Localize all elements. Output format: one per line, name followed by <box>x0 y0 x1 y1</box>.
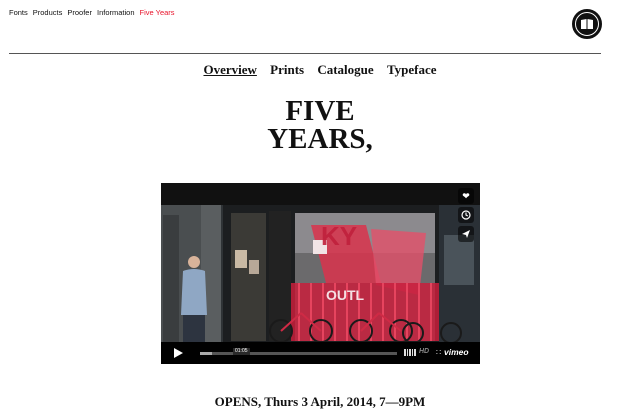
timecode: 01:05 <box>233 348 250 355</box>
clock-icon <box>461 210 471 220</box>
nav-products[interactable]: Products <box>33 8 63 17</box>
tab-overview[interactable]: Overview <box>203 62 256 77</box>
top-nav: Fonts Products Proofer Information Five … <box>9 8 175 17</box>
fullscreen-icon[interactable]: ∷ <box>436 348 441 357</box>
nav-proofer[interactable]: Proofer <box>67 8 92 17</box>
nav-fonts[interactable]: Fonts <box>9 8 28 17</box>
tab-prints[interactable]: Prints <box>270 62 304 77</box>
page-title: FIVE YEARS, <box>0 97 640 155</box>
play-icon[interactable] <box>174 348 183 358</box>
hd-toggle[interactable]: HD <box>419 348 429 355</box>
title-line-2: YEARS, <box>267 123 373 155</box>
sign-large: KY <box>321 221 357 251</box>
progress-played <box>200 352 212 355</box>
sign-text: OUTL <box>326 287 365 303</box>
opening-info: OPENS, Thurs 3 April, 2014, 7—9PM <box>214 394 426 409</box>
nav-information[interactable]: Information <box>97 8 135 17</box>
header-divider <box>9 53 601 54</box>
video-controls: 01:05 HD ∷ vimeo <box>161 342 480 364</box>
video-frame: KY OUTL <box>161 205 480 342</box>
book-logo-icon[interactable] <box>572 9 602 39</box>
video-player[interactable]: KY OUTL ❤ 01:05 HD ∷ vimeo <box>161 183 480 364</box>
tab-catalogue[interactable]: Catalogue <box>317 62 373 77</box>
heart-icon: ❤ <box>462 190 470 201</box>
progress-bar[interactable]: 01:05 <box>200 348 397 355</box>
section-nav: Overview Prints Catalogue Typeface <box>0 62 640 78</box>
watch-later-button[interactable] <box>458 207 474 223</box>
vimeo-logo[interactable]: vimeo <box>444 347 469 357</box>
tab-typeface[interactable]: Typeface <box>387 62 437 77</box>
send-icon <box>462 230 470 238</box>
volume-icon[interactable] <box>404 349 416 356</box>
share-button[interactable] <box>458 226 474 242</box>
like-button[interactable]: ❤ <box>458 188 474 204</box>
nav-five-years[interactable]: Five Years <box>140 8 175 17</box>
